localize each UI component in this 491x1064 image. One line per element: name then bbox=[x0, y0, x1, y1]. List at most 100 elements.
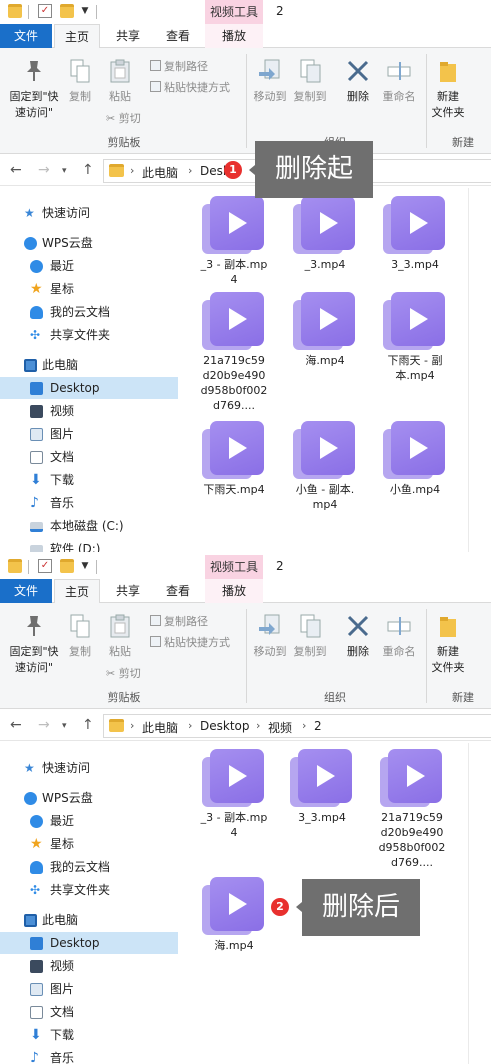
nav-shared-folders[interactable]: ✣ 共享文件夹 bbox=[0, 879, 178, 901]
copy-to-button[interactable]: 复制到 bbox=[290, 58, 330, 104]
scrollbar-track[interactable] bbox=[468, 188, 469, 552]
file-item[interactable]: _3 - 副本.mp4 bbox=[192, 749, 276, 840]
cut-button[interactable]: ✂ 剪切 bbox=[106, 110, 141, 126]
address-bar[interactable]: › 此电脑 › Desktop › 视频 › 2 bbox=[103, 714, 491, 738]
cut-button[interactable]: ✂ 剪切 bbox=[106, 665, 141, 681]
nav-shared-folders[interactable]: ✣ 共享文件夹 bbox=[0, 324, 178, 346]
file-item[interactable]: 小鱼 - 副本.mp4 bbox=[283, 421, 367, 512]
pin-quick-access-button[interactable]: 固定到"快 速访问" bbox=[4, 613, 64, 675]
file-item[interactable]: 21a719c59d20b9e490d958b0f002d769.... bbox=[192, 292, 276, 413]
tab-share[interactable]: 共享 bbox=[106, 24, 150, 48]
paste-shortcut-button[interactable]: 粘贴快捷方式 bbox=[150, 79, 230, 95]
tab-view[interactable]: 查看 bbox=[156, 579, 200, 603]
copy-to-button[interactable]: 复制到 bbox=[290, 613, 330, 659]
folder-icon[interactable] bbox=[60, 4, 74, 18]
forward-arrow-icon[interactable]: → bbox=[38, 717, 50, 733]
nav-wps-cloud[interactable]: WPS云盘 bbox=[0, 787, 178, 809]
nav-pictures[interactable]: 图片 bbox=[0, 423, 178, 445]
breadcrumb-separator[interactable]: › bbox=[302, 719, 306, 732]
nav-starred[interactable]: ★ 星标 bbox=[0, 833, 178, 855]
copy-button[interactable]: 复制 bbox=[64, 613, 96, 659]
paste-button[interactable]: 粘贴 bbox=[104, 613, 136, 659]
folder-icon[interactable] bbox=[60, 559, 74, 573]
nav-wps-cloud[interactable]: WPS云盘 bbox=[0, 232, 178, 254]
file-item[interactable]: 下雨天.mp4 bbox=[192, 421, 276, 497]
pin-quick-access-button[interactable]: 固定到"快 速访问" bbox=[4, 58, 64, 120]
recent-locations-chevron-icon[interactable]: ▾ bbox=[62, 721, 67, 731]
breadcrumb-separator[interactable]: › bbox=[256, 719, 260, 732]
file-item[interactable]: 3_3.mp4 bbox=[373, 196, 457, 272]
folder-icon[interactable] bbox=[8, 559, 22, 573]
nav-music[interactable]: ♪ 音乐 bbox=[0, 492, 178, 514]
delete-button[interactable]: 删除 bbox=[340, 613, 376, 659]
rename-button[interactable]: 重命名 bbox=[378, 58, 420, 104]
nav-desktop[interactable]: Desktop bbox=[0, 932, 178, 954]
move-to-button[interactable]: 移动到 bbox=[250, 613, 290, 659]
file-item[interactable]: 海.mp4 bbox=[192, 877, 276, 953]
folder-icon[interactable] bbox=[8, 4, 22, 18]
breadcrumb-folder-2[interactable]: 2 bbox=[314, 719, 322, 733]
scrollbar-track[interactable] bbox=[468, 743, 469, 1064]
file-item[interactable]: _3 - 副本.mp4 bbox=[192, 196, 276, 287]
copy-path-button[interactable]: 复制路径 bbox=[150, 58, 208, 74]
chevron-down-icon[interactable]: ▼ bbox=[78, 4, 92, 18]
nav-videos[interactable]: 视频 bbox=[0, 955, 178, 977]
nav-pictures[interactable]: 图片 bbox=[0, 978, 178, 1000]
breadcrumb-videos[interactable]: 视频 bbox=[268, 719, 292, 736]
tab-file[interactable]: 文件 bbox=[0, 579, 52, 603]
file-item[interactable]: _3.mp4 bbox=[283, 196, 367, 272]
copy-path-button[interactable]: 复制路径 bbox=[150, 613, 208, 629]
paste-shortcut-button[interactable]: 粘贴快捷方式 bbox=[150, 634, 230, 650]
tab-share[interactable]: 共享 bbox=[106, 579, 150, 603]
back-arrow-icon[interactable]: ← bbox=[10, 717, 22, 733]
chevron-down-icon[interactable]: ▼ bbox=[78, 559, 92, 573]
breadcrumb-separator[interactable]: › bbox=[188, 164, 192, 177]
tab-file[interactable]: 文件 bbox=[0, 24, 52, 48]
tab-play[interactable]: 播放 bbox=[205, 579, 263, 603]
move-to-button[interactable]: 移动到 bbox=[250, 58, 290, 104]
delete-button[interactable]: 删除 bbox=[340, 58, 376, 104]
up-arrow-icon[interactable]: ↑ bbox=[82, 717, 94, 733]
file-item[interactable]: 下雨天 - 副本.mp4 bbox=[373, 292, 457, 383]
tab-home[interactable]: 主页 bbox=[54, 24, 100, 49]
tab-home[interactable]: 主页 bbox=[54, 579, 100, 604]
nav-recent[interactable]: 最近 bbox=[0, 810, 178, 832]
forward-arrow-icon[interactable]: → bbox=[38, 162, 50, 178]
paste-button[interactable]: 粘贴 bbox=[104, 58, 136, 104]
nav-documents[interactable]: 文档 bbox=[0, 446, 178, 468]
breadcrumb-separator[interactable]: › bbox=[188, 719, 192, 732]
breadcrumb-this-pc[interactable]: 此电脑 bbox=[142, 164, 178, 181]
copy-button[interactable]: 复制 bbox=[64, 58, 96, 104]
breadcrumb-separator[interactable]: › bbox=[130, 719, 134, 732]
file-item[interactable]: 3_3.mp4 bbox=[280, 749, 364, 825]
nav-music[interactable]: ♪ 音乐 bbox=[0, 1047, 178, 1064]
breadcrumb-separator[interactable]: › bbox=[130, 164, 134, 177]
nav-desktop[interactable]: Desktop bbox=[0, 377, 178, 399]
nav-software-d[interactable]: 软件 (D:) bbox=[0, 538, 178, 552]
nav-my-cloud-docs[interactable]: 我的云文档 bbox=[0, 301, 178, 323]
tab-view[interactable]: 查看 bbox=[156, 24, 200, 48]
tab-play[interactable]: 播放 bbox=[205, 24, 263, 48]
nav-videos[interactable]: 视频 bbox=[0, 400, 178, 422]
nav-starred[interactable]: ★ 星标 bbox=[0, 278, 178, 300]
new-folder-button[interactable]: 新建 文件夹 bbox=[428, 613, 468, 675]
nav-quick-access[interactable]: ★ 快速访问 bbox=[0, 202, 178, 224]
up-arrow-icon[interactable]: ↑ bbox=[82, 162, 94, 178]
checklist-icon[interactable]: ✓ bbox=[38, 4, 52, 18]
nav-this-pc[interactable]: 此电脑 bbox=[0, 909, 178, 931]
nav-downloads[interactable]: ⬇ 下载 bbox=[0, 469, 178, 491]
nav-documents[interactable]: 文档 bbox=[0, 1001, 178, 1023]
new-folder-button[interactable]: 新建 文件夹 bbox=[428, 58, 468, 120]
nav-quick-access[interactable]: ★ 快速访问 bbox=[0, 757, 178, 779]
file-item[interactable]: 小鱼.mp4 bbox=[373, 421, 457, 497]
breadcrumb-desktop[interactable]: Desktop bbox=[200, 719, 250, 733]
checklist-icon[interactable]: ✓ bbox=[38, 559, 52, 573]
nav-local-disk-c[interactable]: 本地磁盘 (C:) bbox=[0, 515, 178, 537]
back-arrow-icon[interactable]: ← bbox=[10, 162, 22, 178]
recent-locations-chevron-icon[interactable]: ▾ bbox=[62, 166, 67, 176]
file-item[interactable]: 21a719c59d20b9e490d958b0f002d769.... bbox=[370, 749, 454, 870]
nav-this-pc[interactable]: 此电脑 bbox=[0, 354, 178, 376]
rename-button[interactable]: 重命名 bbox=[378, 613, 420, 659]
nav-recent[interactable]: 最近 bbox=[0, 255, 178, 277]
breadcrumb-this-pc[interactable]: 此电脑 bbox=[142, 719, 178, 736]
